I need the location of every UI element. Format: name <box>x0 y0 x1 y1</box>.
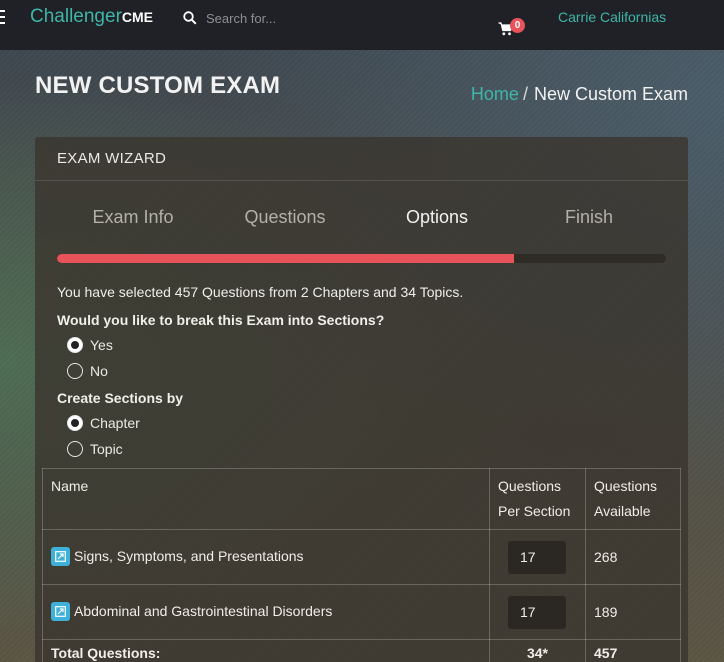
top-navbar: ChallengerCME 0 Carrie Californias <box>0 0 724 50</box>
row-per-section-cell <box>489 584 586 640</box>
step-questions[interactable]: Questions <box>209 207 361 231</box>
radio-yes-control[interactable] <box>67 337 83 353</box>
radio-topic[interactable]: Topic <box>67 441 123 457</box>
step-options[interactable]: Options <box>361 207 513 231</box>
total-label: Total Questions: <box>42 639 490 662</box>
radio-topic-control[interactable] <box>67 441 83 457</box>
header-available: Questions Available <box>585 468 681 530</box>
sections-table: Name Questions Per Section Questions Avail… <box>42 468 681 662</box>
radio-chapter[interactable]: Chapter <box>67 415 140 431</box>
step-finish[interactable]: Finish <box>513 207 665 231</box>
selection-summary: You have selected 457 Questions from 2 C… <box>57 284 464 300</box>
brand-logo[interactable]: ChallengerCME <box>30 6 153 28</box>
radio-chapter-control[interactable] <box>67 415 83 431</box>
wizard-progress-bar <box>57 254 666 263</box>
header-name: Name <box>42 468 490 530</box>
row-name-cell: Signs, Symptoms, and Presentations <box>42 529 490 585</box>
row-name: Signs, Symptoms, and Presentations <box>74 547 304 564</box>
per-section-input[interactable] <box>508 540 566 574</box>
cart-count-badge: 0 <box>510 18 525 33</box>
breadcrumb-current: New Custom Exam <box>533 84 688 104</box>
search-icon[interactable] <box>183 11 197 25</box>
table-row: Signs, Symptoms, and Presentations 268 <box>42 529 681 585</box>
wizard-progress-fill <box>57 254 514 263</box>
wizard-header: EXAM WIZARD <box>35 137 688 181</box>
user-menu[interactable]: Carrie Californias <box>558 9 666 25</box>
per-section-input[interactable] <box>508 595 566 629</box>
breadcrumb: Home / New Custom Exam <box>471 84 688 105</box>
create-sections-label: Create Sections by <box>57 390 184 406</box>
edit-icon[interactable] <box>51 546 70 566</box>
table-total-row: Total Questions: 34* 457 <box>42 639 681 662</box>
breadcrumb-separator: / <box>522 84 528 104</box>
radio-topic-label: Topic <box>90 441 123 457</box>
brand-main: Challenger <box>30 6 122 27</box>
table-header-row: Name Questions Per Section Questions Avail… <box>42 468 681 530</box>
header-per-section: Questions Per Section <box>489 468 586 530</box>
search-input[interactable] <box>206 6 446 30</box>
table-row: Abdominal and Gastrointestinal Disorders… <box>42 584 681 640</box>
exam-wizard-card: EXAM WIZARD Exam Info Questions Options … <box>35 137 688 662</box>
radio-no-control[interactable] <box>67 363 83 379</box>
radio-yes[interactable]: Yes <box>67 337 113 353</box>
row-available: 189 <box>585 584 681 640</box>
page-title: NEW CUSTOM EXAM <box>35 72 281 99</box>
total-available: 457 <box>585 639 681 662</box>
row-name: Abdominal and Gastrointestinal Disorders <box>74 602 333 619</box>
wizard-steps: Exam Info Questions Options Finish <box>57 207 667 231</box>
radio-yes-label: Yes <box>90 337 113 353</box>
radio-no-label: No <box>90 363 108 379</box>
row-name-cell: Abdominal and Gastrointestinal Disorders <box>42 584 490 640</box>
edit-icon[interactable] <box>51 601 70 621</box>
brand-suffix: CME <box>121 9 154 25</box>
step-exam-info[interactable]: Exam Info <box>57 207 209 231</box>
break-sections-label: Would you like to break this Exam into S… <box>57 312 385 328</box>
radio-no[interactable]: No <box>67 363 108 379</box>
radio-chapter-label: Chapter <box>90 415 140 431</box>
row-available: 268 <box>585 529 681 585</box>
menu-icon[interactable] <box>0 10 6 24</box>
total-per-section: 34* <box>489 639 586 662</box>
row-per-section-cell <box>489 529 586 585</box>
breadcrumb-home-link[interactable]: Home <box>471 84 519 104</box>
